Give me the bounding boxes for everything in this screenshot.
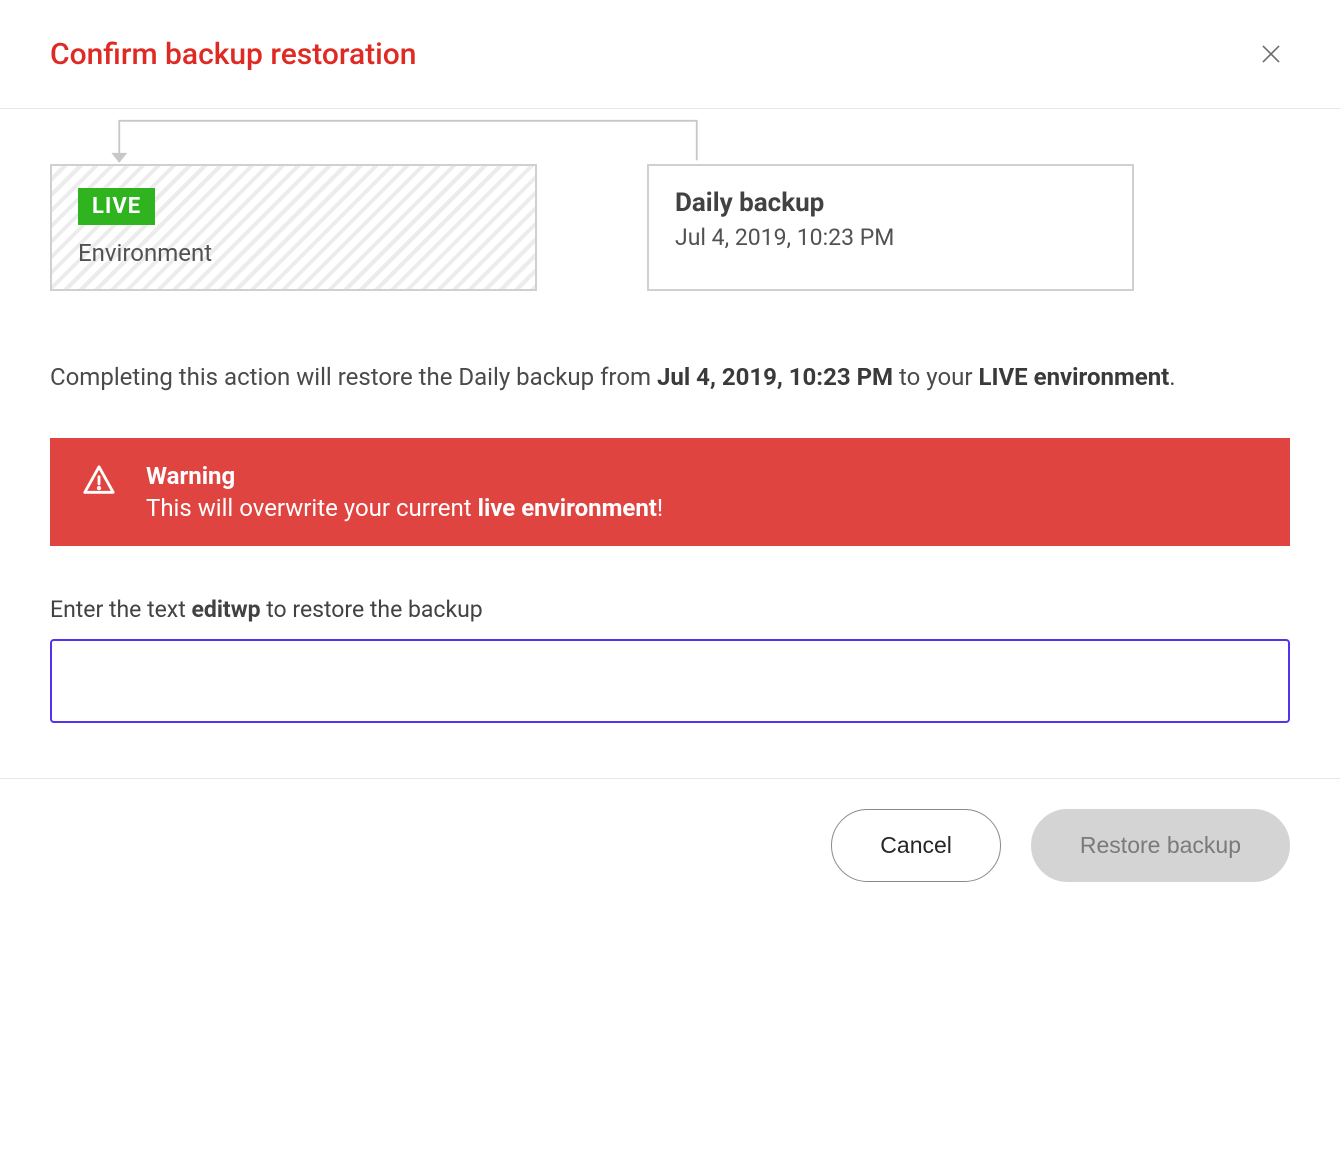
dialog-body: LIVE Environment Daily backup Jul 4, 201… [0,109,1340,778]
confirm-label-suffix: to restore the backup [261,596,483,623]
flow-diagram: LIVE Environment Daily backup Jul 4, 201… [50,164,1290,291]
warning-title: Warning [146,462,663,490]
desc-env: LIVE environment [978,363,1169,391]
warning-text-suffix: ! [657,494,663,522]
warning-triangle-icon [82,464,116,498]
desc-date: Jul 4, 2019, 10:23 PM [657,363,893,391]
warning-text-bold: live environment [478,494,657,522]
cancel-button[interactable]: Cancel [831,809,1001,882]
live-badge: LIVE [78,188,155,225]
warning-text: This will overwrite your current live en… [146,494,663,522]
desc-middle: to your [893,363,978,391]
target-label: Environment [78,239,509,267]
restore-backup-button[interactable]: Restore backup [1031,809,1290,882]
warning-banner: Warning This will overwrite your current… [50,438,1290,546]
desc-prefix: Completing this action will restore the … [50,363,657,391]
source-backup-card: Daily backup Jul 4, 2019, 10:23 PM [647,164,1134,291]
source-timestamp: Jul 4, 2019, 10:23 PM [675,224,1106,251]
dialog-title: Confirm backup restoration [50,37,416,72]
warning-text-prefix: This will overwrite your current [146,494,478,522]
confirm-label-prefix: Enter the text [50,596,191,623]
source-title: Daily backup [675,188,1106,218]
confirm-label-bold: editwp [191,596,260,623]
confirm-input-label: Enter the text editwp to restore the bac… [50,596,1290,623]
close-button[interactable] [1252,35,1290,73]
dialog-header: Confirm backup restoration [0,0,1340,109]
desc-suffix: . [1169,363,1175,391]
close-icon [1258,41,1284,67]
target-environment-card: LIVE Environment [50,164,537,291]
dialog-footer: Cancel Restore backup [0,778,1340,922]
confirm-input[interactable] [50,639,1290,723]
description-text: Completing this action will restore the … [50,359,1290,396]
